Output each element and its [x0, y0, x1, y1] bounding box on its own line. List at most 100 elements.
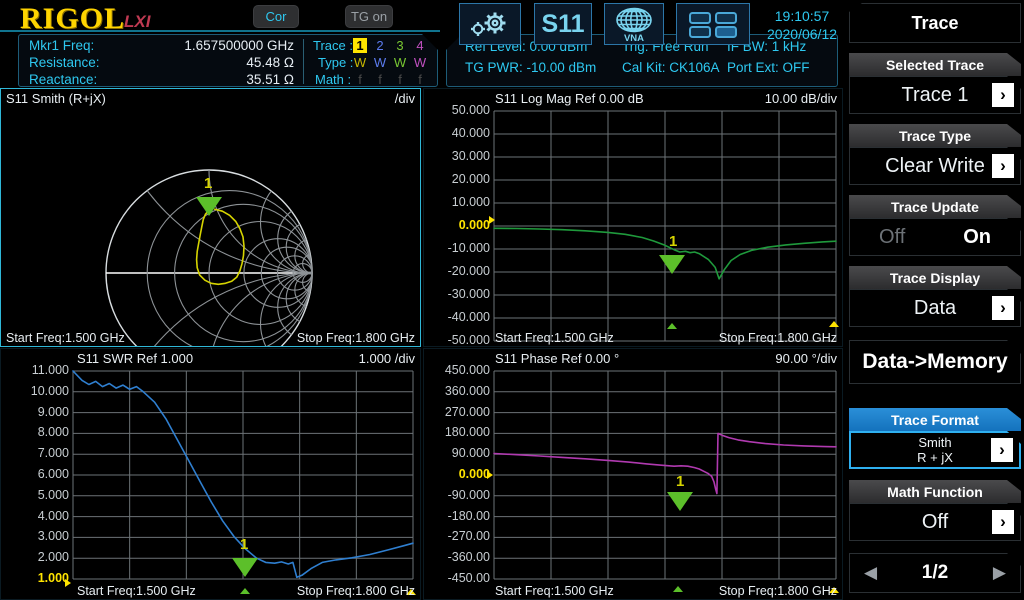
- softkey-trace-update[interactable]: Trace Update Off On: [849, 195, 1021, 256]
- phase-stop-freq[interactable]: Stop Freq:1.800 GHz: [719, 584, 837, 598]
- trace-update-on[interactable]: On: [963, 226, 991, 249]
- s-parameter-button[interactable]: S11: [534, 3, 592, 45]
- smith-chart-panel[interactable]: S11 Smith (R+jX) /div: [0, 88, 421, 347]
- correction-button[interactable]: Cor: [253, 5, 299, 28]
- swr-start-freq[interactable]: Start Freq:1.500 GHz: [77, 584, 196, 598]
- smith-stop-freq[interactable]: Stop Freq:1.800 GHz: [297, 331, 415, 345]
- trace-format-line1: Smith: [918, 435, 951, 450]
- mkr-freq-value: 1.657500000 GHz: [129, 38, 294, 53]
- trace-select-3[interactable]: 3: [393, 38, 407, 53]
- trace-type-value: Clear Write: [885, 155, 985, 178]
- trace-select-4[interactable]: 4: [413, 38, 427, 53]
- header-divider: [0, 30, 440, 32]
- trace-type-4: W: [413, 55, 427, 70]
- trace-display-head: Trace Display: [890, 270, 980, 286]
- trace-update-off[interactable]: Off: [879, 226, 905, 249]
- math-function-head: Math Function: [887, 484, 983, 500]
- info-vertical-separator: [303, 39, 304, 84]
- swr-marker-xpos: [240, 588, 250, 594]
- phase-marker-triangle[interactable]: [667, 492, 693, 511]
- softkey-selected-trace[interactable]: Selected Trace Trace 1 ›: [849, 53, 1021, 114]
- logmag-marker-xpos: [667, 323, 677, 329]
- trace-type-3: W: [393, 55, 407, 70]
- resistance-label: Resistance:: [29, 55, 100, 70]
- phase-panel[interactable]: S11 Phase Ref 0.00 ° 90.00 °/div 450.000…: [423, 348, 843, 600]
- smith-marker-triangle[interactable]: [196, 197, 222, 216]
- chevron-right-icon[interactable]: ›: [991, 438, 1013, 462]
- softkey-trace-display[interactable]: Trace Display Data ›: [849, 266, 1021, 327]
- chevron-right-icon[interactable]: ›: [992, 83, 1014, 107]
- tg-power-status: TG PWR: -10.00 dBm: [465, 60, 596, 75]
- swr-marker-triangle[interactable]: [232, 558, 258, 577]
- softkey-pager[interactable]: ◀ 1/2 ▶: [849, 553, 1021, 593]
- menu-title-trace[interactable]: Trace: [849, 3, 1021, 43]
- svg-text:VNA: VNA: [624, 33, 644, 43]
- trace-display-value: Data: [914, 297, 956, 320]
- trace-math-4: f: [413, 72, 427, 87]
- math-function-value: Off: [922, 511, 948, 534]
- softkey-data-to-memory[interactable]: Data->Memory: [849, 340, 1021, 384]
- trace-type-1: W: [353, 55, 367, 70]
- clock-time: 19:10:57: [762, 7, 842, 25]
- trace-row-label: Trace :: [313, 38, 353, 53]
- softkey-menu: Trace Selected Trace Trace 1 › Trace Typ…: [846, 0, 1024, 600]
- gears-icon[interactable]: [459, 3, 521, 45]
- logmag-graph: [424, 89, 842, 346]
- swr-ref-arrow: [65, 579, 71, 587]
- clock-date: 2020/06/12: [762, 25, 842, 43]
- reactance-label: Reactance:: [29, 72, 97, 87]
- next-page-icon[interactable]: ▶: [993, 563, 1006, 583]
- trace-type-2: W: [373, 55, 387, 70]
- swr-graph: [1, 349, 420, 599]
- marker-info-panel: Mkr1 Freq: Resistance: Reactance: 1.6575…: [18, 34, 438, 87]
- chevron-right-icon[interactable]: ›: [992, 510, 1014, 534]
- clock: 19:10:57 2020/06/12: [762, 7, 842, 43]
- logmag-ref-arrow: [489, 216, 495, 224]
- trace-math-2: f: [373, 72, 387, 87]
- trace-math-1: f: [353, 72, 367, 87]
- logmag-panel[interactable]: S11 Log Mag Ref 0.00 dB 10.00 dB/div 50.…: [423, 88, 843, 347]
- reactance-value: 35.51 Ω: [129, 72, 294, 87]
- trace-format-head: Trace Format: [891, 412, 979, 428]
- trace-update-head: Trace Update: [891, 199, 979, 215]
- trace-select-2[interactable]: 2: [373, 38, 387, 53]
- swr-stop-freq[interactable]: Stop Freq:1.800 GHz: [297, 584, 415, 598]
- trace-math-3: f: [393, 72, 407, 87]
- logmag-marker-triangle[interactable]: [659, 255, 685, 274]
- softkey-trace-format[interactable]: Trace Format Smith R + jX ›: [849, 408, 1021, 469]
- logmag-stop-freq[interactable]: Stop Freq:1.800 GHz: [719, 331, 837, 345]
- softkey-math-function[interactable]: Math Function Off ›: [849, 480, 1021, 541]
- phase-start-freq[interactable]: Start Freq:1.500 GHz: [495, 584, 614, 598]
- math-row-label: Math :: [315, 72, 351, 87]
- swr-panel[interactable]: S11 SWR Ref 1.000 1.000 /div 11.00010.00…: [0, 348, 421, 600]
- smith-chart-graph: [1, 89, 420, 346]
- lxi-logo: LXI: [124, 12, 150, 32]
- selected-trace-value: Trace 1: [901, 84, 968, 107]
- logmag-stop-marker: [829, 321, 839, 327]
- port-ext-status: Port Ext: OFF: [727, 60, 810, 75]
- page-indicator: 1/2: [922, 562, 948, 584]
- mkr-freq-label: Mkr1 Freq:: [29, 38, 94, 53]
- trace-type-head: Trace Type: [899, 128, 971, 144]
- prev-page-icon[interactable]: ◀: [864, 563, 877, 583]
- antenna-icon[interactable]: VNA: [604, 3, 664, 45]
- data-to-memory-label: Data->Memory: [862, 350, 1007, 374]
- grid-layout-icon[interactable]: [676, 3, 750, 45]
- chevron-right-icon[interactable]: ›: [992, 154, 1014, 178]
- trace-select-1[interactable]: 1: [353, 38, 367, 53]
- logmag-start-freq[interactable]: Start Freq:1.500 GHz: [495, 331, 614, 345]
- resistance-value: 45.48 Ω: [129, 55, 294, 70]
- smith-start-freq[interactable]: Start Freq:1.500 GHz: [6, 331, 125, 345]
- header-bar: RIGOL LXI Cor TG on Mkr1 Freq: Resistanc…: [0, 0, 845, 88]
- trace-format-line2: R + jX: [917, 450, 953, 465]
- tracking-generator-button[interactable]: TG on: [345, 5, 393, 28]
- softkey-trace-type[interactable]: Trace Type Clear Write ›: [849, 124, 1021, 185]
- phase-marker-label: 1: [676, 473, 684, 490]
- menu-title-label: Trace: [911, 13, 958, 34]
- phase-marker-xpos: [673, 586, 683, 592]
- cal-kit-status: Cal Kit: CK106A: [622, 60, 720, 75]
- selected-trace-head: Selected Trace: [886, 57, 984, 73]
- type-row-label: Type :: [318, 55, 353, 70]
- chevron-right-icon[interactable]: ›: [992, 296, 1014, 320]
- smith-marker-label: 1: [204, 175, 212, 192]
